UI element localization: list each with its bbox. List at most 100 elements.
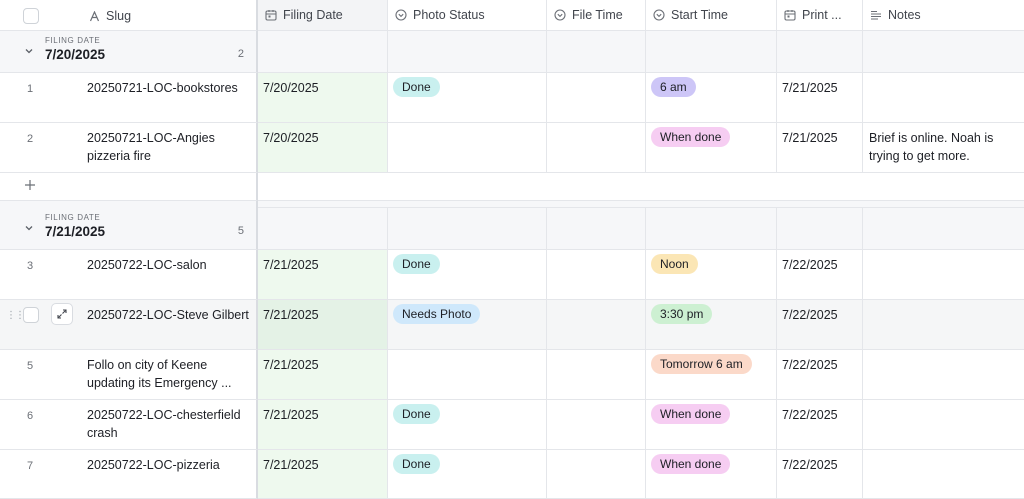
filing-date-cell: 7/21/2025 — [263, 408, 319, 422]
start-time-pill: Tomorrow 6 am — [651, 354, 752, 374]
row-number: 2 — [27, 133, 34, 145]
clock-circle-icon — [653, 9, 665, 21]
photo-status-cell[interactable] — [388, 350, 547, 400]
file-time-cell[interactable] — [547, 250, 646, 300]
print-date-cell: 7/22/2025 — [782, 258, 838, 272]
group-title: 7/20/2025 — [45, 47, 106, 62]
row-number: 7 — [27, 460, 34, 472]
file-time-cell[interactable] — [547, 400, 646, 450]
filing-date-cell: 7/21/2025 — [263, 458, 319, 472]
calendar-icon — [784, 9, 796, 21]
notes-cell: Brief is online. Noah is trying to get m… — [869, 131, 994, 163]
print-date-cell: 7/22/2025 — [782, 358, 838, 372]
file-time-cell[interactable] — [547, 300, 646, 350]
slug-cell[interactable]: Follo on city of Keene updating its Emer… — [87, 357, 255, 392]
start-time-pill: When done — [651, 404, 731, 424]
long-text-icon — [870, 9, 882, 21]
table-row[interactable]: 6 20250722-LOC-chesterfield crash 7/21/2… — [0, 400, 1024, 450]
calendar-icon — [265, 9, 277, 21]
photo-status-cell[interactable] — [388, 123, 547, 173]
slug-cell[interactable]: 20250722-LOC-Steve Gilbert — [87, 307, 255, 325]
group-label: FILING DATE — [45, 36, 101, 45]
notes-cell[interactable] — [863, 250, 1024, 300]
table-row[interactable]: 1 20250721-LOC-bookstores 7/20/2025 Done… — [0, 73, 1024, 123]
header-row: Slug Filing Date Photo Status File Time — [0, 0, 1024, 31]
file-time-cell[interactable] — [547, 123, 646, 173]
start-time-pill: 3:30 pm — [651, 304, 713, 324]
clock-circle-icon — [554, 9, 566, 21]
filing-date-cell: 7/21/2025 — [263, 308, 319, 322]
photo-status-pill: Needs Photo — [393, 304, 481, 324]
photo-status-pill: Done — [393, 77, 440, 97]
header-notes[interactable]: Notes — [863, 0, 1024, 31]
chevron-down-icon[interactable] — [24, 223, 34, 233]
select-all-checkbox[interactable] — [23, 8, 39, 24]
notes-cell[interactable] — [863, 73, 1024, 123]
print-date-cell: 7/22/2025 — [782, 308, 838, 322]
header-file-time-label: File Time — [572, 8, 623, 22]
file-time-cell[interactable] — [547, 73, 646, 123]
plus-icon[interactable] — [24, 178, 36, 196]
data-grid: Slug Filing Date Photo Status File Time — [0, 0, 1024, 499]
start-time-pill: When done — [651, 127, 731, 147]
header-file-time[interactable]: File Time — [547, 0, 646, 31]
slug-cell[interactable]: 20250722-LOC-salon — [87, 257, 255, 275]
header-photo-status[interactable]: Photo Status — [388, 0, 547, 31]
print-date-cell: 7/22/2025 — [782, 408, 838, 422]
row-number: 5 — [27, 360, 34, 372]
group-label: FILING DATE — [45, 213, 101, 222]
drag-handle-icon[interactable]: ⋮⋮ — [6, 310, 25, 321]
start-time-pill: When done — [651, 454, 731, 474]
group-count: 2 — [237, 48, 244, 60]
text-a-icon — [88, 10, 100, 22]
header-filing-date[interactable]: Filing Date — [258, 0, 388, 31]
photo-status-pill: Done — [393, 454, 440, 474]
chevron-down-icon[interactable] — [24, 46, 34, 56]
row-checkbox[interactable] — [23, 307, 39, 323]
filing-date-cell: 7/20/2025 — [263, 81, 319, 95]
filing-date-cell: 7/21/2025 — [263, 258, 319, 272]
table-row[interactable]: 3 20250722-LOC-salon 7/21/2025 Done Noon… — [0, 250, 1024, 300]
table-row[interactable]: 7 20250722-LOC-pizzeria 7/21/2025 Done W… — [0, 450, 1024, 499]
row-number: 3 — [27, 260, 34, 272]
add-row[interactable] — [0, 173, 1024, 201]
header-notes-label: Notes — [888, 8, 921, 22]
filing-date-cell: 7/21/2025 — [263, 358, 319, 372]
notes-cell[interactable] — [863, 400, 1024, 450]
slug-cell[interactable]: 20250722-LOC-pizzeria — [87, 457, 255, 475]
header-print[interactable]: Print ... — [777, 0, 863, 31]
expand-record-icon[interactable] — [51, 303, 73, 325]
slug-cell[interactable]: 20250721-LOC-bookstores — [87, 80, 255, 98]
group-header[interactable]: FILING DATE 7/20/2025 2 — [0, 31, 1024, 73]
row-number: 1 — [27, 83, 34, 95]
header-print-label: Print ... — [802, 8, 842, 22]
table-row[interactable]: ⋮⋮ 20250722-LOC-Steve Gilbert 7/21/2025 … — [0, 300, 1024, 350]
header-slug[interactable]: Slug — [0, 0, 258, 31]
header-start-time-label: Start Time — [671, 8, 728, 22]
table-row[interactable]: 5 Follo on city of Keene updating its Em… — [0, 350, 1024, 400]
notes-cell[interactable] — [863, 300, 1024, 350]
header-start-time[interactable]: Start Time — [646, 0, 777, 31]
group-spacer — [0, 201, 1024, 208]
photo-status-pill: Done — [393, 254, 440, 274]
group-count: 5 — [237, 225, 244, 237]
photo-status-pill: Done — [393, 404, 440, 424]
status-circle-icon — [395, 9, 407, 21]
file-time-cell[interactable] — [547, 350, 646, 400]
group-title: 7/21/2025 — [45, 224, 106, 239]
notes-cell[interactable] — [863, 350, 1024, 400]
print-date-cell: 7/21/2025 — [782, 131, 838, 145]
slug-cell[interactable]: 20250722-LOC-chesterfield crash — [87, 407, 255, 442]
group-header[interactable]: FILING DATE 7/21/2025 5 — [0, 208, 1024, 250]
print-date-cell: 7/21/2025 — [782, 81, 838, 95]
slug-cell[interactable]: 20250721-LOC-Angies pizzeria fire — [87, 130, 255, 165]
row-number: 6 — [27, 410, 34, 422]
table-row[interactable]: 2 20250721-LOC-Angies pizzeria fire 7/20… — [0, 123, 1024, 173]
header-filing-date-label: Filing Date — [283, 8, 343, 22]
filing-date-cell: 7/20/2025 — [263, 131, 319, 145]
notes-cell[interactable] — [863, 450, 1024, 499]
header-slug-label: Slug — [106, 9, 132, 23]
file-time-cell[interactable] — [547, 450, 646, 499]
print-date-cell: 7/22/2025 — [782, 458, 838, 472]
start-time-pill: Noon — [651, 254, 698, 274]
